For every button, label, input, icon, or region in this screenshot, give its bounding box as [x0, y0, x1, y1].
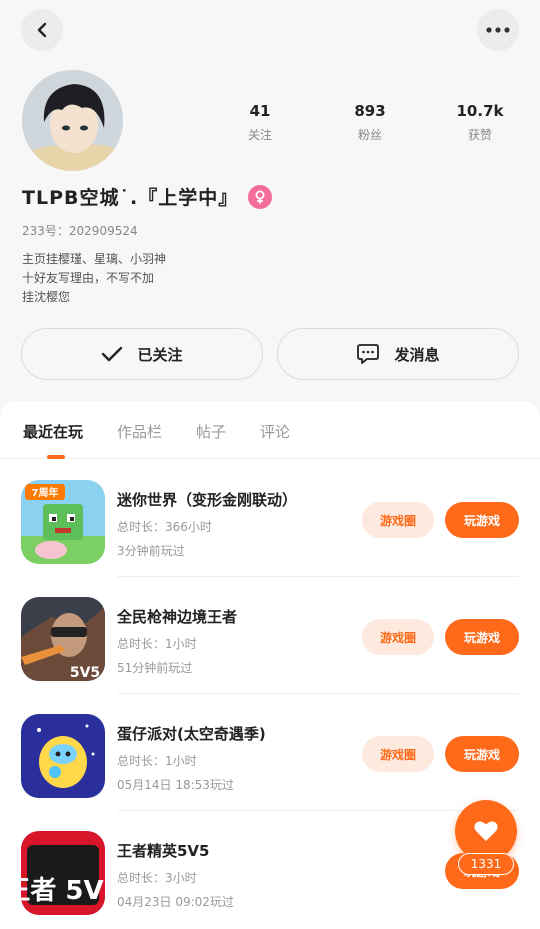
message-label: 发消息 [394, 345, 440, 364]
avatar[interactable] [22, 70, 123, 171]
play-game-button[interactable]: 玩游戏 [445, 502, 519, 538]
tab-works[interactable]: 作品栏 [117, 421, 162, 442]
game-badge: 7周年 [32, 486, 59, 499]
game-duration: 总时长：1小时 [117, 637, 197, 651]
stat-followers[interactable]: 893 粉丝 [335, 102, 405, 143]
game-last-played: 3分钟前玩过 [117, 544, 185, 558]
play-game-button[interactable]: 玩游戏 [445, 619, 519, 655]
game-icon-mini-world[interactable]: 7周年 [21, 480, 105, 564]
profile-actions: 已关注 发消息 [21, 328, 519, 380]
list-item[interactable]: 5V5 全民枪神边境王者 总时长：1小时 51分钟前玩过 游戏圈 玩游戏 [0, 577, 540, 694]
bio-line: 挂沈樱您 [22, 290, 71, 304]
game-last-played: 05月14日 18:53玩过 [117, 778, 234, 792]
bio-line: 十好友写理由，不写不加 [22, 271, 155, 285]
game-name: 王者精英5V5 [117, 842, 210, 860]
stat-value: 41 [249, 102, 271, 120]
stat-value: 10.7k [456, 102, 504, 120]
game-circle-button[interactable]: 游戏圈 [362, 619, 434, 655]
followed-label: 已关注 [137, 345, 183, 364]
bio: 主页挂樱瑾、星璃、小羽神 十好友写理由，不写不加 挂沈樱您 [22, 250, 166, 307]
game-name: 蛋仔派对(太空奇遇季) [117, 725, 266, 743]
game-name: 迷你世界（变形金刚联动） [117, 491, 298, 509]
content-sheet: 最近在玩 作品栏 帖子 评论 7周年 迷你世界（变形金刚联动） 总时长：366小… [0, 401, 540, 929]
game-duration: 总时长：3小时 [117, 871, 197, 885]
game-last-played: 04月23日 09:02玩过 [117, 895, 234, 909]
more-button[interactable] [477, 9, 519, 51]
stat-label: 关注 [247, 128, 272, 142]
play-game-button[interactable]: 玩游戏 [445, 736, 519, 772]
chevron-left-icon [37, 22, 47, 38]
followed-button[interactable]: 已关注 [21, 328, 263, 380]
stat-label: 获赞 [467, 128, 492, 142]
nickname-row: TLPB空城˙.『上学中』 [22, 183, 273, 210]
stat-following[interactable]: 41 关注 [225, 102, 295, 143]
game-badge: 5V5 [70, 665, 100, 681]
profile-stats: 41 关注 893 粉丝 10.7k 获赞 [225, 102, 515, 143]
game-icon-eggy-party[interactable] [21, 714, 105, 798]
female-icon [248, 184, 273, 209]
game-circle-button[interactable]: 游戏圈 [362, 502, 434, 538]
game-badge: 王者 5V5 [21, 876, 105, 906]
stat-value: 893 [354, 102, 386, 120]
game-icon-king-elite[interactable]: 王者 5V5 [21, 831, 105, 915]
heart-icon [474, 821, 498, 841]
like-count: 1331 [458, 853, 514, 875]
game-name: 全民枪神边境王者 [117, 608, 238, 626]
tab-posts[interactable]: 帖子 [196, 421, 226, 442]
game-duration: 总时长：366小时 [117, 520, 212, 534]
check-icon [102, 346, 123, 362]
stat-likes[interactable]: 10.7k 获赞 [445, 102, 515, 143]
game-circle-button[interactable]: 游戏圈 [362, 736, 434, 772]
more-horizontal-icon [486, 27, 510, 33]
tab-recently-played[interactable]: 最近在玩 [23, 421, 83, 442]
tab-indicator [47, 455, 65, 459]
game-icon-gun-god[interactable]: 5V5 [21, 597, 105, 681]
game-duration: 总时长：1小时 [117, 754, 197, 768]
user-id: 233号：202909524 [22, 224, 138, 238]
tab-bar: 最近在玩 作品栏 帖子 评论 [0, 401, 540, 459]
back-button[interactable] [21, 9, 63, 51]
nickname: TLPB空城˙.『上学中』 [22, 187, 239, 209]
game-last-played: 51分钟前玩过 [117, 661, 193, 675]
tab-comments[interactable]: 评论 [260, 421, 290, 442]
list-item[interactable]: 蛋仔派对(太空奇遇季) 总时长：1小时 05月14日 18:53玩过 游戏圈 玩… [0, 694, 540, 811]
bio-line: 主页挂樱瑾、星璃、小羽神 [22, 252, 167, 266]
chat-bubble-icon [357, 344, 380, 364]
list-item[interactable]: 7周年 迷你世界（变形金刚联动） 总时长：366小时 3分钟前玩过 游戏圈 玩游… [0, 460, 540, 577]
stat-label: 粉丝 [357, 128, 382, 142]
message-button[interactable]: 发消息 [277, 328, 519, 380]
